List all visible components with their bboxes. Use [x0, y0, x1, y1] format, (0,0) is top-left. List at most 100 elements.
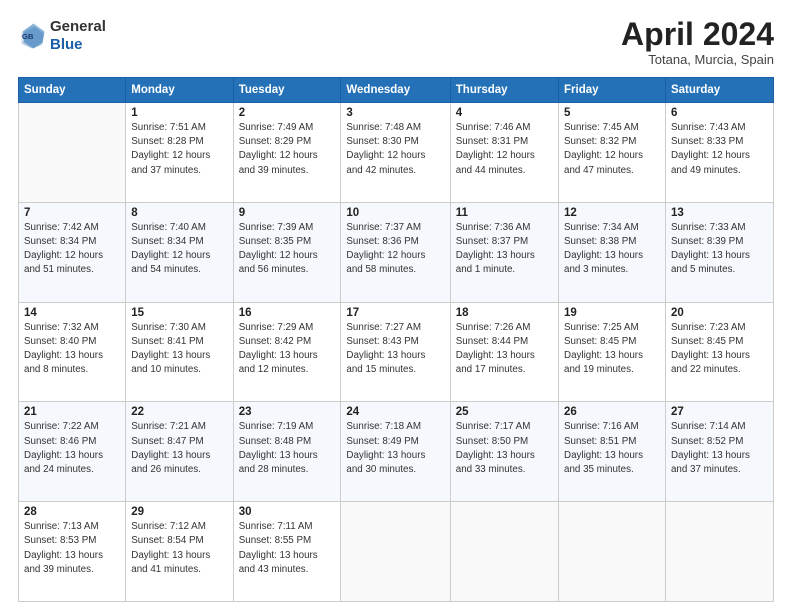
calendar-cell: 11 Sunrise: 7:36 AMSunset: 8:37 PMDayligh… — [450, 202, 558, 302]
calendar-cell: 12 Sunrise: 7:34 AMSunset: 8:38 PMDayligh… — [559, 202, 666, 302]
day-info: Sunrise: 7:18 AMSunset: 8:49 PMDaylight:… — [346, 420, 444, 477]
day-info: Sunrise: 7:16 AMSunset: 8:51 PMDaylight:… — [564, 420, 660, 477]
day-info: Sunrise: 7:29 AMSunset: 8:42 PMDaylight:… — [239, 321, 336, 378]
calendar-cell: 18 Sunrise: 7:26 AMSunset: 8:44 PMDayligh… — [450, 302, 558, 402]
day-info: Sunrise: 7:32 AMSunset: 8:40 PMDaylight:… — [24, 321, 120, 378]
col-header-sunday: Sunday — [19, 78, 126, 103]
day-info: Sunrise: 7:40 AMSunset: 8:34 PMDaylight:… — [131, 221, 227, 278]
calendar-cell: 8 Sunrise: 7:40 AMSunset: 8:34 PMDaylight… — [126, 202, 233, 302]
day-number: 25 — [456, 406, 553, 418]
day-info: Sunrise: 7:26 AMSunset: 8:44 PMDaylight:… — [456, 321, 553, 378]
title-block: April 2024 Totana, Murcia, Spain — [621, 18, 774, 67]
day-info: Sunrise: 7:45 AMSunset: 8:32 PMDaylight:… — [564, 121, 660, 178]
calendar-cell: 6 Sunrise: 7:43 AMSunset: 8:33 PMDaylight… — [665, 103, 773, 203]
calendar-header-row: SundayMondayTuesdayWednesdayThursdayFrid… — [19, 78, 774, 103]
day-number: 24 — [346, 406, 444, 418]
calendar-cell: 28Sunrise: 7:13 AMSunset: 8:53 PMDayligh… — [19, 502, 126, 602]
day-info: Sunrise: 7:43 AMSunset: 8:33 PMDaylight:… — [671, 121, 768, 178]
day-info: Sunrise: 7:21 AMSunset: 8:47 PMDaylight:… — [131, 420, 227, 477]
calendar-cell: 24 Sunrise: 7:18 AMSunset: 8:49 PMDayligh… — [341, 402, 450, 502]
calendar-cell: 25 Sunrise: 7:17 AMSunset: 8:50 PMDayligh… — [450, 402, 558, 502]
calendar-cell — [559, 502, 666, 602]
col-header-tuesday: Tuesday — [233, 78, 341, 103]
day-number: 6 — [671, 107, 768, 119]
day-number: 15 — [131, 307, 227, 319]
calendar-cell — [665, 502, 773, 602]
day-info: Sunrise: 7:12 AMSunset: 8:54 PMDaylight:… — [131, 520, 227, 577]
calendar-cell — [450, 502, 558, 602]
calendar-cell: 16 Sunrise: 7:29 AMSunset: 8:42 PMDayligh… — [233, 302, 341, 402]
day-info: Sunrise: 7:46 AMSunset: 8:31 PMDaylight:… — [456, 121, 553, 178]
calendar-week-4: 21 Sunrise: 7:22 AMSunset: 8:46 PMDayligh… — [19, 402, 774, 502]
calendar-cell: 20Sunrise: 7:23 AMSunset: 8:45 PMDayligh… — [665, 302, 773, 402]
day-number: 11 — [456, 207, 553, 219]
calendar-cell: 5 Sunrise: 7:45 AMSunset: 8:32 PMDaylight… — [559, 103, 666, 203]
day-info: Sunrise: 7:36 AMSunset: 8:37 PMDaylight:… — [456, 221, 553, 278]
calendar-cell: 14 Sunrise: 7:32 AMSunset: 8:40 PMDayligh… — [19, 302, 126, 402]
day-number: 1 — [131, 107, 227, 119]
day-number: 9 — [239, 207, 336, 219]
day-info: Sunrise: 7:22 AMSunset: 8:46 PMDaylight:… — [24, 420, 120, 477]
day-info: Sunrise: 7:19 AMSunset: 8:48 PMDaylight:… — [239, 420, 336, 477]
day-info: Sunrise: 7:27 AMSunset: 8:43 PMDaylight:… — [346, 321, 444, 378]
calendar-table: SundayMondayTuesdayWednesdayThursdayFrid… — [18, 77, 774, 602]
calendar-week-2: 7Sunrise: 7:42 AMSunset: 8:34 PMDaylight… — [19, 202, 774, 302]
calendar-cell: 30Sunrise: 7:11 AMSunset: 8:55 PMDayligh… — [233, 502, 341, 602]
calendar-cell: 10 Sunrise: 7:37 AMSunset: 8:36 PMDayligh… — [341, 202, 450, 302]
calendar-cell: 9 Sunrise: 7:39 AMSunset: 8:35 PMDaylight… — [233, 202, 341, 302]
calendar-cell: 1 Sunrise: 7:51 AMSunset: 8:28 PMDaylight… — [126, 103, 233, 203]
day-info: Sunrise: 7:51 AMSunset: 8:28 PMDaylight:… — [131, 121, 227, 178]
calendar-cell: 29 Sunrise: 7:12 AMSunset: 8:54 PMDayligh… — [126, 502, 233, 602]
day-number: 26 — [564, 406, 660, 418]
day-number: 17 — [346, 307, 444, 319]
day-number: 13 — [671, 207, 768, 219]
day-number: 7 — [24, 207, 120, 219]
day-number: 8 — [131, 207, 227, 219]
day-info: Sunrise: 7:30 AMSunset: 8:41 PMDaylight:… — [131, 321, 227, 378]
day-info: Sunrise: 7:34 AMSunset: 8:38 PMDaylight:… — [564, 221, 660, 278]
day-info: Sunrise: 7:33 AMSunset: 8:39 PMDaylight:… — [671, 221, 768, 278]
calendar-week-3: 14 Sunrise: 7:32 AMSunset: 8:40 PMDayligh… — [19, 302, 774, 402]
day-number: 10 — [346, 207, 444, 219]
col-header-wednesday: Wednesday — [341, 78, 450, 103]
day-number: 21 — [24, 406, 120, 418]
day-number: 18 — [456, 307, 553, 319]
calendar-cell: 23Sunrise: 7:19 AMSunset: 8:48 PMDayligh… — [233, 402, 341, 502]
logo-text: General Blue — [50, 18, 106, 54]
day-info: Sunrise: 7:39 AMSunset: 8:35 PMDaylight:… — [239, 221, 336, 278]
calendar-cell: 17 Sunrise: 7:27 AMSunset: 8:43 PMDayligh… — [341, 302, 450, 402]
col-header-thursday: Thursday — [450, 78, 558, 103]
day-info: Sunrise: 7:23 AMSunset: 8:45 PMDaylight:… — [671, 321, 768, 378]
day-number: 5 — [564, 107, 660, 119]
calendar-cell — [341, 502, 450, 602]
calendar-cell: 4 Sunrise: 7:46 AMSunset: 8:31 PMDaylight… — [450, 103, 558, 203]
day-info: Sunrise: 7:11 AMSunset: 8:55 PMDaylight:… — [239, 520, 336, 577]
day-number: 29 — [131, 506, 227, 518]
calendar-cell: 3Sunrise: 7:48 AMSunset: 8:30 PMDaylight… — [341, 103, 450, 203]
day-number: 4 — [456, 107, 553, 119]
calendar-cell: 21 Sunrise: 7:22 AMSunset: 8:46 PMDayligh… — [19, 402, 126, 502]
page: GB General Blue April 2024 Totana, Murci… — [0, 0, 792, 612]
day-info: Sunrise: 7:17 AMSunset: 8:50 PMDaylight:… — [456, 420, 553, 477]
calendar-cell: 27Sunrise: 7:14 AMSunset: 8:52 PMDayligh… — [665, 402, 773, 502]
calendar-week-5: 28Sunrise: 7:13 AMSunset: 8:53 PMDayligh… — [19, 502, 774, 602]
logo-general: General — [50, 18, 106, 35]
calendar-cell: 15 Sunrise: 7:30 AMSunset: 8:41 PMDayligh… — [126, 302, 233, 402]
day-number: 12 — [564, 207, 660, 219]
calendar-cell: 22 Sunrise: 7:21 AMSunset: 8:47 PMDayligh… — [126, 402, 233, 502]
header: GB General Blue April 2024 Totana, Murci… — [18, 18, 774, 67]
logo-blue: Blue — [50, 36, 83, 53]
day-number: 16 — [239, 307, 336, 319]
day-number: 19 — [564, 307, 660, 319]
day-info: Sunrise: 7:14 AMSunset: 8:52 PMDaylight:… — [671, 420, 768, 477]
day-number: 28 — [24, 506, 120, 518]
calendar-cell: 7Sunrise: 7:42 AMSunset: 8:34 PMDaylight… — [19, 202, 126, 302]
calendar-cell — [19, 103, 126, 203]
calendar-cell: 26 Sunrise: 7:16 AMSunset: 8:51 PMDayligh… — [559, 402, 666, 502]
day-number: 14 — [24, 307, 120, 319]
calendar-cell: 2Sunrise: 7:49 AMSunset: 8:29 PMDaylight… — [233, 103, 341, 203]
day-info: Sunrise: 7:25 AMSunset: 8:45 PMDaylight:… — [564, 321, 660, 378]
day-number: 2 — [239, 107, 336, 119]
day-number: 22 — [131, 406, 227, 418]
day-info: Sunrise: 7:37 AMSunset: 8:36 PMDaylight:… — [346, 221, 444, 278]
